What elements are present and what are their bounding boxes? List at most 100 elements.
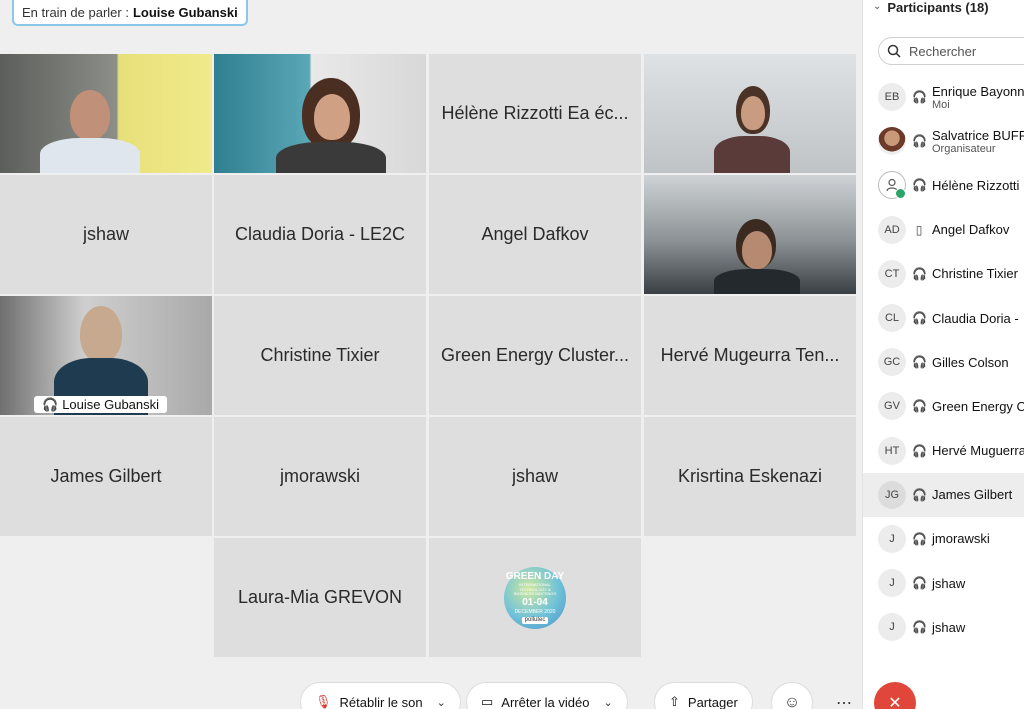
participant-row[interactable]: 🎧 Hélène Rizzotti (863, 163, 1024, 207)
meeting-control-bar: 🎙 Rétablir le son ⌄ ▭ Arrêter la vidéo ⌄… (0, 680, 916, 709)
video-tile-salvatrice[interactable] (214, 54, 426, 173)
video-tile-claudia[interactable]: Claudia Doria - LE2C (214, 175, 426, 294)
chevron-down-icon: ⌄ (873, 1, 882, 12)
video-tile-jshaw-2[interactable]: jshaw (429, 417, 641, 536)
participant-name: Hélène Rizzotti Ea éc... (441, 103, 629, 123)
participant-row[interactable]: J 🎧 jshaw (863, 561, 1024, 605)
participant-list-name: Gilles Colson (932, 354, 1009, 370)
participant-role: Moi (932, 98, 950, 111)
headset-icon: 🎧 (912, 311, 927, 326)
logo-dates: 01-04 (522, 597, 548, 609)
video-tile-james[interactable]: James Gilbert (0, 417, 212, 536)
participant-row-selected[interactable]: JG 🎧 James Gilbert (863, 472, 1024, 517)
participant-row[interactable]: EB 🎧 Enrique Bayonne Moi (863, 75, 1024, 119)
headset-icon: 🎧 (912, 90, 927, 105)
close-icon: ✕ (888, 695, 902, 709)
headset-icon: 🎧 (912, 620, 927, 635)
avatar: J (878, 569, 906, 598)
video-tile-jshaw[interactable]: jshaw (0, 175, 212, 294)
video-feed (644, 175, 856, 294)
chevron-down-icon[interactable]: ⌄ (603, 696, 612, 709)
video-feed (214, 54, 426, 173)
emoji-icon: ☺ (783, 694, 801, 709)
search-icon (887, 44, 901, 58)
video-tile-angel[interactable]: Angel Dafkov (429, 175, 641, 294)
participant-name: jshaw (511, 466, 559, 486)
avatar: J (878, 613, 906, 642)
video-tile-christine[interactable]: Christine Tixier (214, 296, 426, 415)
participant-row[interactable]: J 🎧 jshaw (863, 605, 1024, 649)
participant-name: Claudia Doria - LE2C (234, 224, 406, 244)
share-icon: ⇧ (669, 694, 680, 709)
participant-list-name: Angel Dafkov (932, 222, 1010, 238)
share-label: Partager (687, 694, 738, 709)
participant-list: EB 🎧 Enrique Bayonne Moi 🎧 Salvatrice BUF… (863, 75, 1024, 649)
participant-list-name: jshaw (932, 575, 966, 591)
logo-month: DECEMBER 2020 (514, 609, 556, 616)
search-placeholder: Rechercher (909, 43, 977, 59)
avatar: GC (878, 348, 906, 377)
participant-name: jmorawski (279, 466, 360, 486)
avatar: GV (878, 392, 906, 421)
headset-icon: 🎧 (912, 487, 927, 502)
share-button[interactable]: ⇧ Partager (654, 682, 753, 709)
video-name-label: 🎧 Louise Gubanski (34, 396, 168, 413)
participant-row[interactable]: CT 🎧 Christine Tixier (863, 252, 1024, 296)
video-tile-laura[interactable]: Laura-Mia GREVON (214, 538, 426, 657)
speaker-name: Louise Gubanski (132, 4, 238, 20)
avatar: JG (878, 480, 906, 509)
participant-name: Krisrtina Eskenazi (677, 466, 823, 486)
participant-role: Organisateur (932, 142, 996, 155)
video-tile-green-day-logo[interactable]: GREEN DAY INTERNATIONAL TECHNOLOGY & BUS… (429, 538, 641, 657)
participant-row[interactable]: J 🎧 jmorawski (863, 517, 1024, 561)
video-tile-participant-4[interactable] (644, 54, 856, 173)
participant-name: Laura-Mia GREVON (237, 587, 403, 607)
video-tile-jmorawski[interactable]: jmorawski (214, 417, 426, 536)
video-tile-louise[interactable]: 🎧 Louise Gubanski (0, 296, 212, 415)
participant-list-name: Hélène Rizzotti (932, 177, 1020, 193)
headset-icon: 🎧 (912, 134, 927, 149)
more-options-button[interactable]: ⋯ (823, 682, 865, 709)
participant-name: Angel Dafkov (481, 224, 589, 244)
video-camera-icon: ▭ (481, 694, 494, 709)
reactions-button[interactable]: ☺ (771, 682, 813, 709)
participant-row[interactable]: GC 🎧 Gilles Colson (863, 340, 1024, 384)
participant-list-name: Enrique Bayonne (932, 83, 1024, 99)
chevron-down-icon[interactable]: ⌄ (437, 696, 446, 709)
participant-name: Christine Tixier (260, 345, 380, 365)
participant-row[interactable]: CL 🎧 Claudia Doria - (863, 296, 1024, 340)
participant-row[interactable]: GV 🎧 Green Energy C (863, 384, 1024, 428)
participants-header[interactable]: ⌄ Participants (18) (873, 0, 989, 15)
avatar: EB (878, 83, 906, 112)
headset-icon: 🎧 (912, 531, 927, 546)
video-tile-green-energy[interactable]: Green Energy Cluster... (429, 296, 641, 415)
avatar: CT (878, 259, 906, 288)
video-tile-krisrtina[interactable]: Krisrtina Eskenazi (644, 417, 856, 536)
participant-list-name: Claudia Doria - (932, 310, 1019, 326)
video-tile-participant-8[interactable] (644, 175, 856, 294)
muted-microphone-icon: 🎙 (315, 694, 332, 709)
participant-name: Louise Gubanski (62, 397, 160, 412)
participant-list-name: Salvatrice BUFFA (932, 127, 1024, 143)
participant-search-field[interactable]: Rechercher (878, 37, 1024, 65)
unmute-button[interactable]: 🎙 Rétablir le son ⌄ (300, 682, 461, 709)
stop-video-label: Arrêter la vidéo (501, 694, 590, 709)
headset-icon: 🎧 (42, 396, 59, 412)
stop-video-button[interactable]: ▭ Arrêter la vidéo ⌄ (466, 682, 628, 709)
participant-row[interactable]: 🎧 Salvatrice BUFFAOrganisateur (863, 119, 1024, 163)
participant-list-name: Green Energy C (932, 398, 1024, 414)
video-tile-enrique[interactable] (0, 54, 212, 173)
participant-name: James Gilbert (50, 466, 162, 486)
headset-icon: 🎧 (912, 355, 927, 370)
video-tile-helene[interactable]: Hélène Rizzotti Ea éc... (429, 54, 641, 173)
participant-row[interactable]: AD ▯ Angel Dafkov (863, 208, 1024, 252)
participant-row[interactable]: HT 🎧 Hervé Muguerra (863, 429, 1024, 473)
participant-list-name: James Gilbert (932, 487, 1013, 503)
video-tile-herve[interactable]: Hervé Mugeurra Ten... (644, 296, 856, 415)
guest-user-icon (878, 171, 906, 200)
logo-tag: pollutec (521, 617, 549, 625)
unmute-label: Rétablir le son (339, 694, 423, 709)
phone-icon: ▯ (915, 222, 923, 237)
avatar: AD (878, 215, 906, 244)
headset-icon: 🎧 (912, 266, 927, 281)
